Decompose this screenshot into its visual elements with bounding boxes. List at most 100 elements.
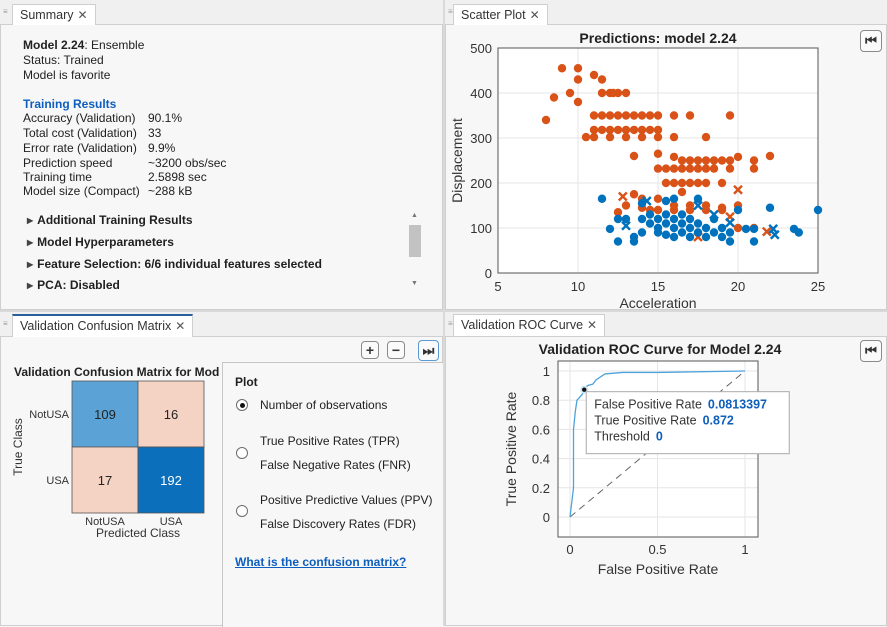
scatter-point [685, 232, 695, 242]
confusion-matrix-chart[interactable]: Validation Confusion Matrix for Mod 109 16… [0, 337, 222, 626]
expand-triangle-icon: ▶ [27, 260, 34, 269]
scatter-point [653, 132, 663, 142]
section-hyperparameters[interactable]: ▶ Model Hyperparameters [27, 235, 174, 249]
scatter-point [701, 205, 711, 215]
cell-value: 109 [94, 407, 116, 422]
drag-grip-icon[interactable]: ≡ [448, 8, 453, 16]
scroll-down-icon[interactable]: ▼ [411, 280, 418, 287]
close-icon[interactable]: ✕ [77, 8, 87, 22]
scatter-point [613, 88, 623, 98]
close-icon[interactable]: ✕ [587, 318, 597, 332]
datatip-tpr-label: True Positive Rate [594, 414, 696, 428]
expand-triangle-icon: ▶ [27, 216, 34, 225]
tab-scatter-plot[interactable]: Scatter Plot ✕ [453, 4, 548, 26]
section-feature-selection[interactable]: ▶ Feature Selection: 6/6 individual featu… [27, 257, 322, 271]
scatter-point [725, 111, 735, 120]
drag-grip-icon[interactable]: ≡ [448, 320, 453, 328]
scatter-point [717, 178, 727, 188]
y-tick-label: 0 [485, 266, 492, 281]
collapse-panel-button[interactable]: ⏮ [860, 30, 882, 52]
y-tick-label: 500 [470, 41, 492, 56]
y-tick-label: 0.4 [532, 452, 550, 467]
scatter-point [621, 125, 631, 135]
scatter-tabstrip: ≡ Scatter Plot ✕ [445, 0, 887, 26]
scatter-point [733, 223, 743, 233]
x-tick-label: 5 [494, 279, 501, 294]
scroll-up-icon[interactable]: ▲ [411, 212, 418, 219]
scatter-point [645, 125, 655, 135]
scatter-point [701, 156, 711, 165]
scatter-point [605, 111, 615, 120]
radio-ppv-fdr[interactable] [236, 505, 248, 517]
option-label[interactable]: True Positive Rates (TPR) [260, 434, 400, 448]
close-icon[interactable]: ✕ [175, 319, 185, 333]
y-axis-label: True Class [11, 418, 25, 476]
metric-label: Total cost (Validation) [23, 126, 137, 140]
skip-forward-icon: ⏭ [422, 342, 435, 358]
metric-label: Error rate (Validation) [23, 141, 137, 155]
option-label[interactable]: False Negative Rates (FNR) [260, 458, 411, 472]
scatter-point [589, 132, 599, 142]
radio-number-of-observations[interactable] [236, 399, 248, 411]
metric-value: ~288 kB [148, 184, 193, 198]
scatter-point [565, 88, 575, 98]
metric-value: 9.9% [148, 141, 176, 155]
x-axis-label: False Positive Rate [598, 561, 719, 577]
scatter-point [749, 164, 759, 173]
scatter-point [629, 125, 639, 135]
metric-label: Training time [23, 170, 92, 184]
tab-roc-curve[interactable]: Validation ROC Curve ✕ [453, 314, 606, 336]
scatter-point [653, 149, 663, 158]
option-label[interactable]: False Discovery Rates (FDR) [260, 517, 416, 531]
scatter-point [685, 223, 695, 233]
option-label[interactable]: Number of observations [260, 398, 387, 412]
scatter-point [597, 125, 607, 135]
scatter-point [813, 205, 823, 215]
scatter-point [717, 205, 727, 215]
roc-chart[interactable]: 0 0.5 1 0 0.2 0.4 0.6 0.8 1 Validation ROC Curve … [445, 337, 887, 626]
collapse-options-button[interactable]: ⏭ [418, 340, 439, 361]
horizontal-splitter[interactable] [0, 310, 887, 312]
scatter-point [613, 237, 623, 246]
scatter-point [669, 223, 679, 233]
drag-grip-icon[interactable]: ≡ [3, 8, 8, 16]
help-link-confusion-matrix[interactable]: What is the confusion matrix? [235, 555, 406, 569]
metric-label: Model size (Compact) [23, 184, 140, 198]
scatter-point [669, 178, 679, 188]
zoom-out-button[interactable]: − [387, 341, 405, 359]
scatter-point [765, 203, 775, 212]
x-axis-label: Acceleration [619, 295, 696, 310]
scatter-point [725, 228, 735, 237]
datatip-tpr: True Positive Rate 0.872 [594, 414, 734, 428]
scatter-point [685, 156, 695, 165]
scatter-point [613, 111, 623, 120]
close-icon[interactable]: ✕ [530, 8, 540, 22]
scrollbar-thumb[interactable] [409, 225, 421, 257]
scatter-point [613, 125, 623, 135]
cell-value: 17 [98, 473, 112, 488]
drag-grip-icon[interactable]: ≡ [3, 320, 8, 328]
x-tick-label: 15 [651, 279, 665, 294]
scatter-point [669, 111, 679, 120]
option-label[interactable]: Positive Predictive Values (PPV) [260, 493, 433, 507]
y-tick-label: 200 [470, 176, 492, 191]
collapse-panel-button[interactable]: ⏮ [860, 340, 882, 362]
vertical-scrollbar[interactable]: ▲ ▼ [408, 212, 422, 292]
x-tick-label: 20 [731, 279, 745, 294]
scatter-point [613, 214, 623, 224]
scatter-chart[interactable]: 5 10 15 20 25 0 100 200 300 400 500 Predictions: mo… [445, 25, 887, 310]
summary-panel: ≡ Summary ✕ Model 2.24: Ensemble Status: … [0, 0, 443, 310]
section-pca[interactable]: ▶ PCA: Disabled [27, 278, 120, 292]
datatip-tpr-value: 0.872 [703, 414, 734, 428]
scatter-point [661, 164, 671, 173]
roc-panel: ≡ Validation ROC Curve ✕ 0 0.5 1 0 0.2 0.4 0.6 0… [445, 312, 887, 626]
tab-confusion-matrix[interactable]: Validation Confusion Matrix ✕ [12, 314, 194, 337]
x-tick-label: 0 [566, 542, 573, 557]
tab-summary[interactable]: Summary ✕ [12, 4, 96, 26]
scatter-point [725, 237, 735, 246]
zoom-in-button[interactable]: + [361, 341, 379, 359]
vertical-splitter[interactable] [443, 0, 445, 626]
skip-back-icon: ⏮ [865, 33, 877, 48]
section-additional-results[interactable]: ▶ Additional Training Results [27, 213, 193, 227]
radio-tpr-fnr[interactable] [236, 447, 248, 459]
